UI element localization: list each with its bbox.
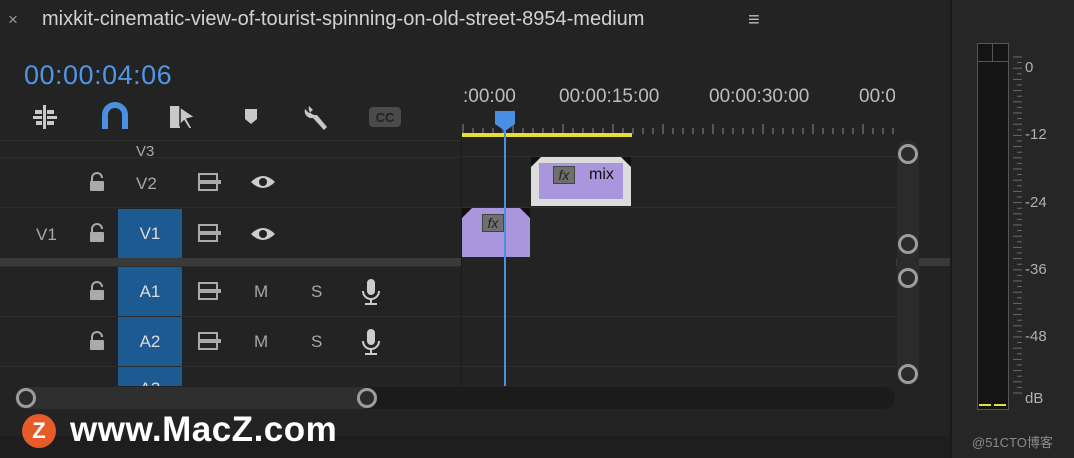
lock-icon[interactable] <box>88 223 106 248</box>
close-tab-button[interactable]: × <box>8 10 18 30</box>
meter-scale-ticks <box>1013 56 1022 394</box>
solo-button[interactable]: S <box>311 332 322 352</box>
track-header-a1: A1 M S <box>0 266 460 317</box>
clip-v1[interactable]: fx <box>462 208 530 257</box>
sync-lock-icon[interactable] <box>197 223 223 248</box>
add-marker-icon[interactable] <box>234 100 268 134</box>
meter-label: -12 <box>1025 126 1047 143</box>
clip-v2[interactable]: fx mix <box>531 157 631 206</box>
captions-cc-icon[interactable]: CC <box>368 100 402 134</box>
scroll-handle-bottom[interactable] <box>898 364 918 384</box>
meter-label: -48 <box>1025 328 1047 345</box>
voice-over-mic-icon[interactable] <box>360 277 382 312</box>
meter-label: -36 <box>1025 261 1047 278</box>
playhead-line[interactable] <box>504 120 506 386</box>
lock-icon[interactable] <box>88 331 106 356</box>
track-header-v3: V3 <box>0 140 460 160</box>
snap-magnet-icon[interactable] <box>98 100 132 134</box>
work-area-bar[interactable] <box>462 133 632 137</box>
track-header-v1: V1 V1 <box>0 207 460 259</box>
ruler-label: :00:00 <box>463 86 516 107</box>
track-name[interactable]: V2 <box>136 174 157 194</box>
sync-lock-icon[interactable] <box>197 331 223 356</box>
sequence-title[interactable]: mixkit-cinematic-view-of-tourist-spinnin… <box>42 8 644 31</box>
horizontal-scroll-thumb[interactable] <box>15 387 375 409</box>
panel-menu-icon[interactable]: ≡ <box>748 9 760 32</box>
sync-lock-icon[interactable] <box>197 172 223 197</box>
voice-over-mic-icon[interactable] <box>360 327 382 362</box>
ruler-label: 00:00:30:00 <box>709 86 810 107</box>
zoom-handle-right[interactable] <box>357 388 377 408</box>
playhead-timecode[interactable]: 00:00:04:06 <box>24 60 172 91</box>
meter-label: 0 <box>1025 59 1034 76</box>
insert-sequence-nest-icon[interactable] <box>28 100 62 134</box>
scroll-handle-top[interactable] <box>898 144 918 164</box>
meter-unit-label: dB <box>1025 390 1044 407</box>
mute-button[interactable]: M <box>254 282 268 302</box>
audio-meter-panel <box>950 0 1074 458</box>
mute-button[interactable]: M <box>254 332 268 352</box>
track-target-a1[interactable]: A1 <box>118 267 182 317</box>
source-patch-v1[interactable]: V1 <box>36 225 57 245</box>
lock-icon[interactable] <box>88 172 106 197</box>
watermark-logo: Z <box>22 414 56 448</box>
track-header-a2: A2 M S <box>0 316 460 367</box>
playhead-handle[interactable] <box>494 110 516 132</box>
vertical-scrollbar-video[interactable] <box>897 140 919 385</box>
scroll-handle-bottom[interactable] <box>898 234 918 254</box>
watermark-small: @51CTO博客 <box>972 435 1053 450</box>
lock-icon[interactable] <box>88 281 106 306</box>
watermark-text: www.MacZ.com <box>70 410 338 449</box>
track-header-v2: V2 <box>0 157 460 207</box>
svg-text:CC: CC <box>376 110 395 125</box>
meter-label: -24 <box>1025 194 1047 211</box>
track-target-a2[interactable]: A2 <box>118 317 182 367</box>
ruler-label: 00:0( <box>859 86 895 107</box>
track-header-a3: A3 <box>0 366 460 386</box>
audio-meter <box>977 43 1009 410</box>
track-target-v1[interactable]: V1 <box>118 209 182 259</box>
timeline-track-area[interactable] <box>461 140 897 386</box>
solo-button[interactable]: S <box>311 282 322 302</box>
scroll-handle-top[interactable] <box>898 268 918 288</box>
track-target-a3[interactable]: A3 <box>118 367 182 386</box>
timeline-settings-wrench-icon[interactable] <box>300 100 334 134</box>
ruler-label: 00:00:15:00 <box>559 86 660 107</box>
linked-selection-icon[interactable] <box>166 100 200 134</box>
toggle-output-eye-icon[interactable] <box>250 226 276 247</box>
toggle-output-eye-icon[interactable] <box>250 174 276 195</box>
sync-lock-icon[interactable] <box>197 281 223 306</box>
zoom-handle-left[interactable] <box>16 388 36 408</box>
